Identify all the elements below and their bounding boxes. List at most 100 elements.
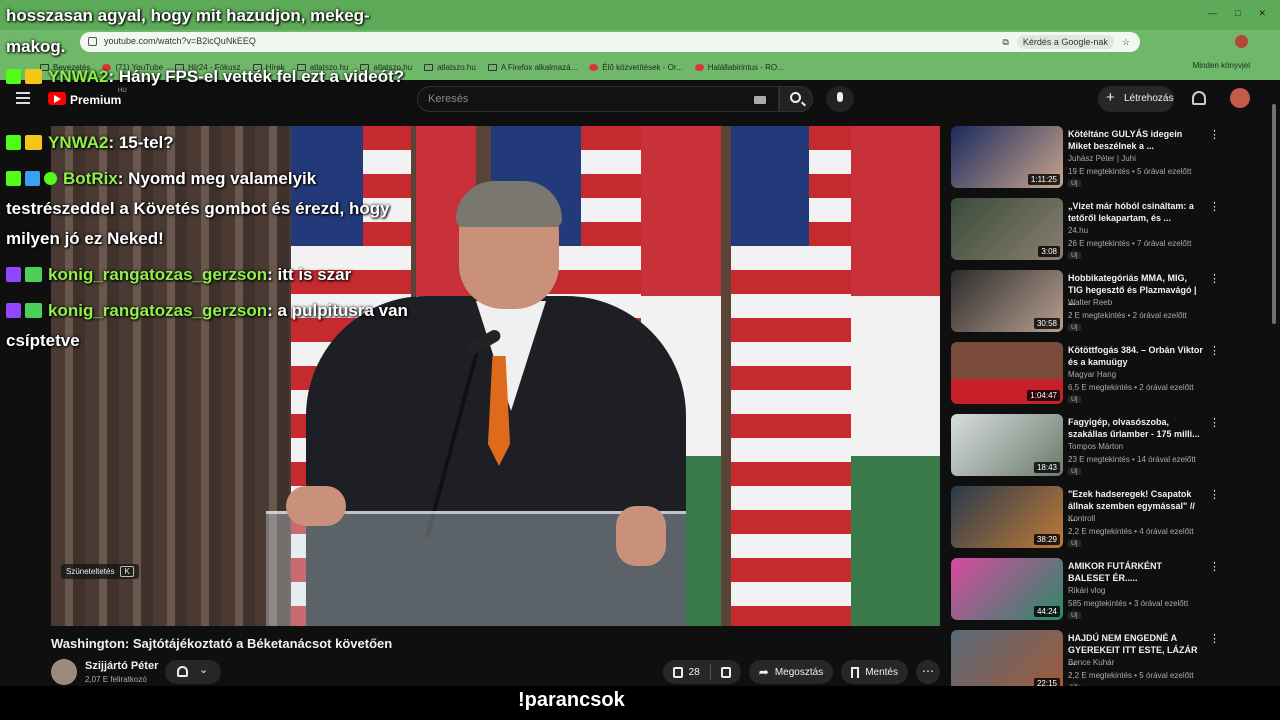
video-thumbnail[interactable]: 38:29 xyxy=(951,486,1063,548)
kebab-menu-icon[interactable]: ⋮ xyxy=(1209,488,1220,501)
bookmark-item[interactable]: atlatszo.hu xyxy=(424,63,476,72)
kebab-menu-icon[interactable]: ⋮ xyxy=(1209,560,1220,573)
maximize-icon[interactable]: □ xyxy=(1235,8,1240,19)
video-title: Washington: Sajtótájékoztató a Béketanác… xyxy=(51,636,393,651)
recommendation-title[interactable]: AMIKOR FUTÁRKÉNT BALESET ÉR..... xyxy=(1068,560,1204,584)
recommendation-channel[interactable]: Juhász Péter | Juhi xyxy=(1068,154,1136,163)
share-button[interactable]: ➦ Megosztás xyxy=(748,660,834,684)
notifications-bell-icon[interactable] xyxy=(1192,91,1206,105)
crown-badge-icon xyxy=(25,135,42,150)
kebab-menu-icon[interactable]: ⋮ xyxy=(1209,272,1220,285)
profile-avatar[interactable] xyxy=(1235,35,1248,48)
chat-message: konig_rangatozas_gerzson: itt is szar xyxy=(6,260,426,290)
left-hand xyxy=(286,486,346,526)
chevron-down-icon: ⌄ xyxy=(199,664,209,676)
minimize-icon[interactable]: — xyxy=(1208,8,1217,19)
site-icon xyxy=(694,63,704,71)
bookmark-item[interactable]: A Firefox alkalmazá... xyxy=(487,63,577,72)
kebab-menu-icon[interactable]: ⋮ xyxy=(1209,128,1220,141)
recommendation-item[interactable]: 3:08 „Vizet már hóból csináltam: a tetőr… xyxy=(951,198,1221,264)
video-duration: 18:43 xyxy=(1033,462,1060,473)
thumbs-down-icon[interactable] xyxy=(720,666,731,678)
search-icon xyxy=(790,92,801,103)
thumbs-up-icon[interactable] xyxy=(672,666,683,678)
channel-name[interactable]: Szijjártó Péter xyxy=(85,660,158,672)
ask-google-button[interactable]: Kérdés a Google-nak xyxy=(1016,35,1114,49)
recommendation-item[interactable]: 18:43 Fagyigép, olvasószoba, szakállas ű… xyxy=(951,414,1221,480)
kebab-menu-icon[interactable]: ⋮ xyxy=(1209,344,1220,357)
recommendation-item[interactable]: 1:11:25 Kötéltánc GULYÁS idegein Miket b… xyxy=(951,126,1221,192)
video-thumbnail[interactable]: 3:08 xyxy=(951,198,1063,260)
new-badge: Új xyxy=(1068,396,1081,403)
recommendation-title[interactable]: „Vizet már hóból csináltam: a tetőről le… xyxy=(1068,200,1204,224)
search-button[interactable] xyxy=(779,86,813,112)
video-duration: 22:15 xyxy=(1033,678,1060,686)
recommendation-title[interactable]: Kötöttfogás 384. – Orbán Viktor és a kam… xyxy=(1068,344,1204,368)
pause-tooltip: Szüneteltetés K xyxy=(61,564,139,579)
close-icon[interactable]: ✕ xyxy=(1258,8,1266,19)
plus-icon: + xyxy=(1106,89,1115,106)
keyboard-icon[interactable] xyxy=(754,96,766,104)
hamburger-menu-icon[interactable] xyxy=(16,92,30,104)
recommendation-channel[interactable]: Kontroll xyxy=(1068,514,1095,523)
video-duration: 38:29 xyxy=(1033,534,1060,545)
chat-username: YNWA2 xyxy=(48,67,109,86)
bookmark-star-icon[interactable]: ☆ xyxy=(1122,37,1130,48)
video-thumbnail[interactable]: 18:43 xyxy=(951,414,1063,476)
recommendation-meta: 19 E megtekintés • 5 órával ezelőtt xyxy=(1068,167,1192,176)
all-bookmarks[interactable]: Minden könyvjel xyxy=(1193,61,1250,70)
recommendation-title[interactable]: Fagyigép, olvasószoba, szakállas űrlambe… xyxy=(1068,416,1204,440)
recommendation-meta: 26 E megtekintés • 7 órával ezelőtt xyxy=(1068,239,1192,248)
live-icon xyxy=(589,63,599,71)
recommendation-item[interactable]: 44:24 AMIKOR FUTÁRKÉNT BALESET ÉR..... R… xyxy=(951,558,1221,624)
chat-message: konig_rangatozas_gerzson: a pulpitusra v… xyxy=(6,296,426,356)
kick-icon xyxy=(6,135,21,150)
scrollbar-thumb[interactable] xyxy=(1272,104,1276,324)
page-scrollbar[interactable] xyxy=(1271,90,1277,686)
more-actions-icon[interactable]: ⋯ xyxy=(916,660,940,684)
create-label: Létrehozás xyxy=(1124,93,1174,104)
voice-search-button[interactable] xyxy=(826,86,854,112)
video-thumbnail[interactable]: 1:11:25 xyxy=(951,126,1063,188)
bookmark-item[interactable]: Élő közvetítések - Or... xyxy=(589,63,683,72)
verified-badge-icon xyxy=(44,172,57,185)
recommendation-channel[interactable]: Magyar Hang xyxy=(1068,370,1116,379)
recommendation-channel[interactable]: 24.hu xyxy=(1068,226,1088,235)
video-duration: 1:04:47 xyxy=(1027,390,1060,401)
recommendation-channel[interactable]: Rikári vlog xyxy=(1068,586,1105,595)
save-button[interactable]: Mentés xyxy=(841,660,908,684)
search-input[interactable]: Keresés xyxy=(417,86,779,112)
video-thumbnail[interactable]: 30:58 xyxy=(951,270,1063,332)
create-button[interactable]: + Létrehozás xyxy=(1098,86,1174,112)
install-app-icon[interactable]: ⧉ xyxy=(1002,37,1008,48)
new-badge: Új xyxy=(1068,252,1081,259)
recommendation-channel[interactable]: Tompos Márton xyxy=(1068,442,1123,451)
new-badge: Új xyxy=(1068,180,1081,187)
premium-label[interactable]: Premium xyxy=(70,93,121,107)
recommendation-item[interactable]: 38:29 "Ezek hadseregek! Csapatok állnak … xyxy=(951,486,1221,552)
recommendation-item[interactable]: 30:58 Hobbikategóriás MMA, MIG, TIG hege… xyxy=(951,270,1221,336)
recommendation-channel[interactable]: Walter Reeb xyxy=(1068,298,1112,307)
recommendation-item[interactable]: 22:15 HAJDÚ NEM ENGEDNÉ A GYEREKEIT ITT … xyxy=(951,630,1221,686)
youtube-logo-icon[interactable] xyxy=(48,92,66,105)
kebab-menu-icon[interactable]: ⋮ xyxy=(1209,200,1220,213)
chat-username: YNWA2 xyxy=(48,133,109,152)
subscription-bell-button[interactable]: ⌄ xyxy=(165,660,221,684)
like-count[interactable]: 28 xyxy=(689,667,700,678)
chat-text: : itt is szar xyxy=(267,265,352,284)
omnibar-actions: ⧉ Kérdés a Google-nak ☆ xyxy=(1002,35,1130,49)
video-thumbnail[interactable]: 44:24 xyxy=(951,558,1063,620)
recommendation-channel[interactable]: Bence Kuhár xyxy=(1068,658,1114,667)
new-badge: Új xyxy=(1068,540,1081,547)
channel-avatar[interactable] xyxy=(51,659,77,685)
bookmark-item[interactable]: Halállabirintus - RO... xyxy=(694,63,784,72)
recommendation-title[interactable]: Kötéltánc GULYÁS idegein Miket beszélnek… xyxy=(1068,128,1204,152)
recommendation-item[interactable]: 1:04:47 Kötöttfogás 384. – Orbán Viktor … xyxy=(951,342,1221,408)
video-thumbnail[interactable]: 1:04:47 xyxy=(951,342,1063,404)
video-duration: 1:11:25 xyxy=(1027,174,1060,185)
kebab-menu-icon[interactable]: ⋮ xyxy=(1209,632,1220,645)
video-thumbnail[interactable]: 22:15 xyxy=(951,630,1063,686)
kebab-menu-icon[interactable]: ⋮ xyxy=(1209,416,1220,429)
chat-message: YNWA2: 15-tel? xyxy=(6,128,426,158)
account-avatar[interactable] xyxy=(1230,88,1250,108)
